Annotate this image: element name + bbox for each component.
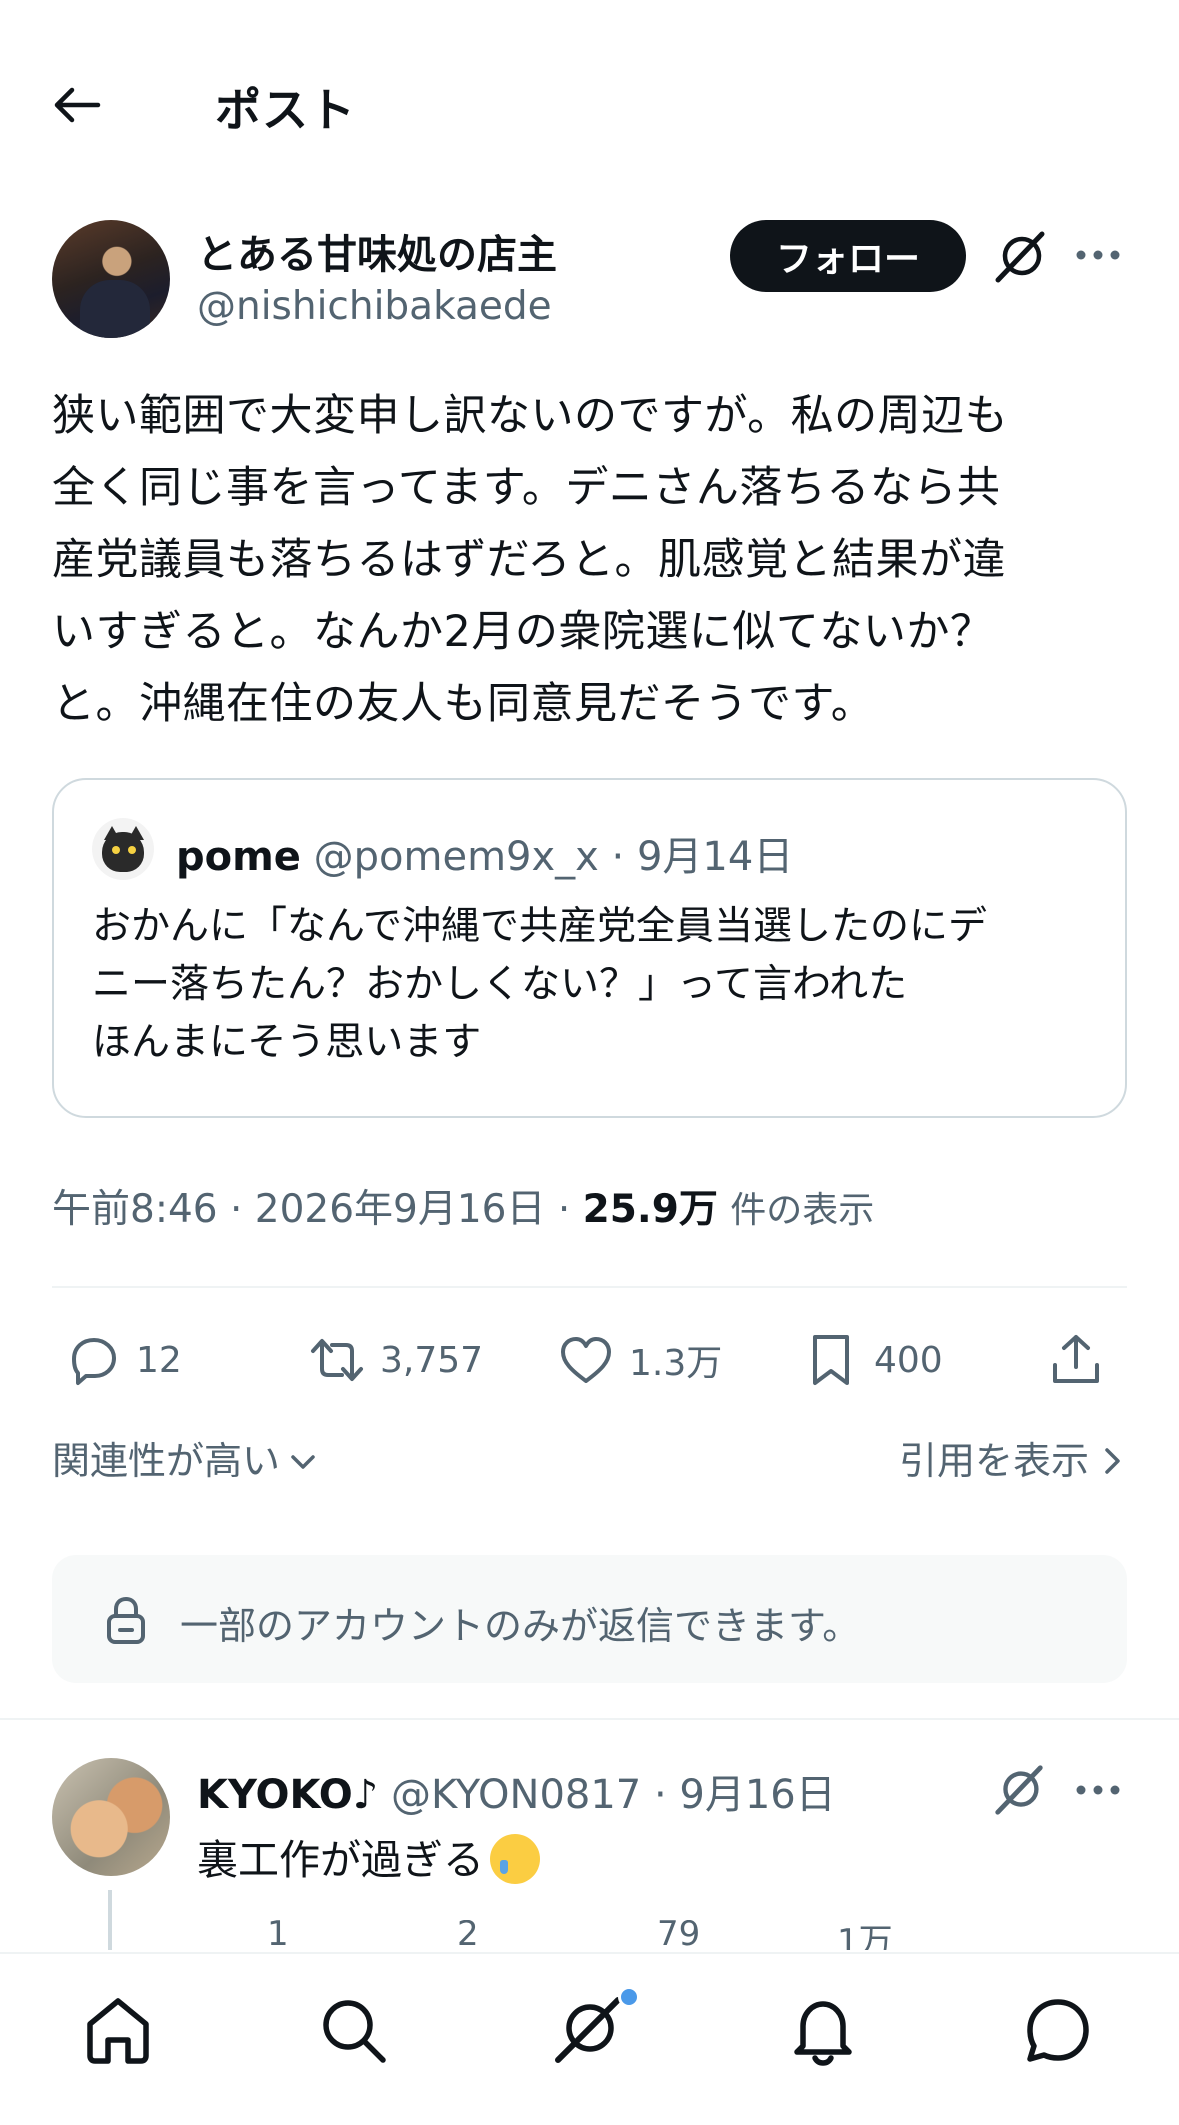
author-name[interactable]: とある甘味処の店主 xyxy=(197,222,557,280)
post-text-line: 全く同じ事を言ってます。デニさん落ちるなら共 xyxy=(52,463,1001,513)
back-arrow-icon[interactable] xyxy=(52,85,102,125)
reply-retweet-count[interactable]: 2 xyxy=(457,1920,479,1950)
reply-like-count[interactable]: 79 xyxy=(657,1920,700,1950)
reply-icon xyxy=(72,1338,116,1385)
retweet-icon xyxy=(311,1339,363,1381)
quotes-link-label: 引用を表示 xyxy=(898,1439,1089,1483)
views-count[interactable]: 25.9万 xyxy=(583,1187,718,1232)
reply-button[interactable]: 12 xyxy=(64,1320,182,1400)
reply-author-name[interactable]: KYOKO♪ xyxy=(197,1772,378,1818)
follow-button[interactable]: フォロー xyxy=(730,220,966,292)
quote-meta: @pomem9x_x · 9月14日 xyxy=(313,834,794,880)
quote-text-line: おかんに「なんで沖縄で共産党全員当選したのにデ xyxy=(92,904,988,949)
quoted-post-card[interactable]: pome @pomem9x_x · 9月14日 おかんに「なんで沖縄で共産党全員… xyxy=(52,778,1127,1118)
grok-icon[interactable] xyxy=(550,1992,626,2068)
reply-count: 12 xyxy=(136,1339,182,1381)
crying-face-emoji xyxy=(490,1834,540,1884)
home-icon[interactable] xyxy=(80,1992,156,2068)
quote-text-line: ニー落ちたん？おかしくない？」って言われた xyxy=(92,962,908,1007)
bookmark-icon xyxy=(813,1335,849,1385)
chevron-down-icon xyxy=(291,1454,315,1469)
reply-sort-dropdown[interactable]: 関連性が高い xyxy=(52,1430,318,1485)
post-time: 午前8:46 · 2026年9月16日 · xyxy=(52,1187,583,1232)
retweet-count: 3,757 xyxy=(380,1339,484,1381)
reply-author-avatar[interactable] xyxy=(52,1758,170,1876)
post-timestamp: 午前8:46 · 2026年9月16日 · 25.9万 件の表示 xyxy=(52,1178,874,1234)
author-handle[interactable]: @nishichibakaede xyxy=(197,284,552,329)
view-quotes-link[interactable]: 引用を表示 xyxy=(899,1430,1127,1485)
like-button[interactable]: 1.3万 xyxy=(557,1320,722,1400)
quote-header: pome @pomem9x_x · 9月14日 xyxy=(176,824,793,882)
grok-notification-dot xyxy=(618,1986,640,2008)
more-icon[interactable] xyxy=(1073,235,1123,275)
reply-reply-count[interactable]: 1 xyxy=(267,1920,289,1950)
post-text-line: と。沖縄在住の友人も同意見だそうです。 xyxy=(52,679,875,729)
messages-icon[interactable] xyxy=(1020,1992,1096,2068)
grok-icon[interactable] xyxy=(990,1762,1048,1820)
bottom-navigation xyxy=(0,1952,1179,2125)
action-bar: 12 3,757 1.3万 400 xyxy=(52,1320,1127,1400)
reply-meta: @KYON0817 · 9月16日 xyxy=(378,1772,836,1818)
more-icon[interactable] xyxy=(1073,1770,1123,1810)
top-bar: ポスト xyxy=(0,50,1179,160)
thread-line xyxy=(108,1890,112,1950)
reply-restriction-notice: 一部のアカウントのみが返信できます。 xyxy=(52,1555,1127,1683)
post-detail-screen: ポスト とある甘味処の店主 @nishichibakaede フォロー 狭い範囲… xyxy=(0,0,1179,2125)
restriction-text: 一部のアカウントのみが返信できます。 xyxy=(180,1604,861,1648)
share-button[interactable] xyxy=(1047,1320,1119,1400)
reply-action-bar: 1 2 79 1万 xyxy=(197,1920,1127,1950)
chevron-right-icon xyxy=(1105,1447,1120,1474)
post-text-line: いすぎると。なんか2月の衆院選に似てないか？ xyxy=(52,607,994,657)
lock-icon xyxy=(107,1596,145,1644)
share-icon xyxy=(1053,1335,1099,1383)
retweet-button[interactable]: 3,757 xyxy=(308,1320,483,1400)
divider xyxy=(52,1286,1127,1288)
notifications-icon[interactable] xyxy=(785,1992,861,2068)
page-title: ポスト xyxy=(215,83,356,137)
quote-text: おかんに「なんで沖縄で共産党全員当選したのにデ ニー落ちたん？おかしくない？」っ… xyxy=(92,898,1092,1072)
quote-author-name: pome xyxy=(176,834,301,880)
grok-icon[interactable] xyxy=(990,228,1050,288)
post-text: 狭い範囲で大変申し訳ないのですが。私の周辺も 全く同じ事を言ってます。デニさん落… xyxy=(52,380,1132,740)
bookmark-count: 400 xyxy=(874,1339,943,1381)
like-count: 1.3万 xyxy=(629,1343,723,1384)
sort-label: 関連性が高い xyxy=(52,1439,281,1483)
views-label: 件の表示 xyxy=(730,1190,875,1231)
quote-avatar xyxy=(92,818,154,880)
reply-text: 裏工作が過ぎる xyxy=(197,1826,540,1886)
divider xyxy=(0,1718,1179,1720)
post-text-line: 産党議員も落ちるはずだろと。肌感覚と結果が違 xyxy=(52,535,1006,585)
heart-icon xyxy=(561,1337,611,1383)
reply-header: KYOKO♪ @KYON0817 · 9月16日 xyxy=(197,1762,836,1820)
search-icon[interactable] xyxy=(315,1992,391,2068)
quote-text-line: ほんまにそう思います xyxy=(92,1020,482,1065)
reply-text-content: 裏工作が過ぎる xyxy=(197,1836,484,1884)
reply-views-count[interactable]: 1万 xyxy=(837,1920,893,1950)
author-avatar[interactable] xyxy=(52,220,170,338)
bookmark-button[interactable]: 400 xyxy=(802,1320,943,1400)
post-text-line: 狭い範囲で大変申し訳ないのですが。私の周辺も xyxy=(52,391,1009,441)
